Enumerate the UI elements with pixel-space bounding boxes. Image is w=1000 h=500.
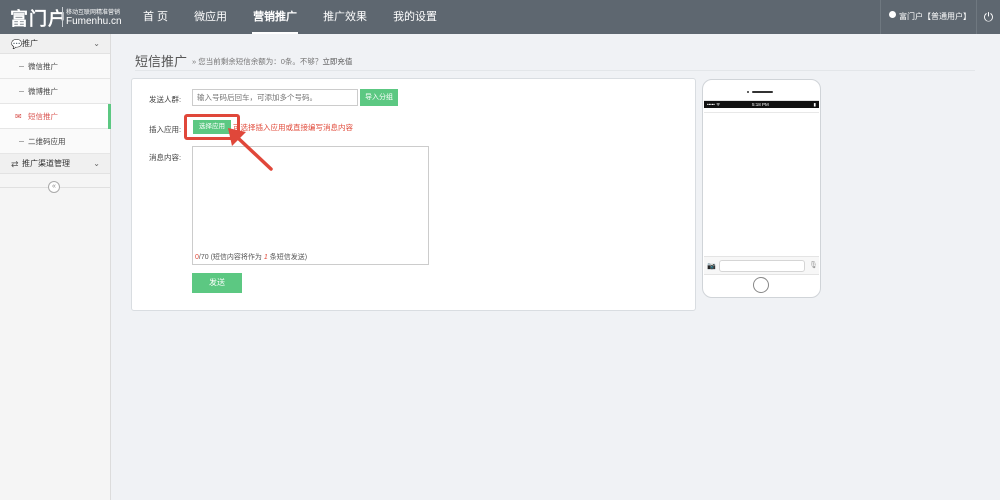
phone-screen: ••••• ᯤ 5:18 PM ▮ 📷 🎙 — [704, 100, 819, 275]
logout-button[interactable]: ⏻ — [976, 0, 1000, 34]
message-label: 消息内容: — [149, 153, 182, 162]
sidebar-section-label: 推广渠道管理 — [22, 159, 70, 168]
nav-micro-apps[interactable]: 微应用 — [181, 0, 240, 34]
recipients-input[interactable] — [192, 89, 358, 106]
sidebar-collapse-button[interactable]: « — [48, 181, 60, 193]
counter-suffix: 条短信发送) — [269, 254, 308, 261]
logo-domain: Fumenhu.cn — [66, 16, 122, 27]
camera-icon: 📷 — [707, 263, 716, 270]
mail-icon: ✉ — [15, 112, 22, 121]
sidebar-item-wechat[interactable]: 微信推广 — [0, 54, 110, 79]
import-group-button[interactable]: 导入分组 — [360, 89, 398, 106]
sidebar-item-sms[interactable]: ✉ 短信推广 — [0, 104, 111, 129]
sidebar-section-channels[interactable]: ⇄ 推广渠道管理 ⌄ — [0, 154, 110, 174]
logo-divider — [62, 7, 63, 27]
counter-sms-count: 1 — [263, 254, 268, 261]
annotation-arrow-icon — [228, 128, 273, 171]
user-label: 富门户【普通用户】 — [899, 12, 971, 21]
nav-effects[interactable]: 推广效果 — [310, 0, 380, 34]
send-button[interactable]: 发送 — [192, 273, 242, 293]
user-icon — [889, 11, 896, 19]
power-icon: ⏻ — [983, 10, 994, 24]
insert-app-label: 插入应用: — [149, 125, 182, 134]
nav-home[interactable]: 首 页 — [130, 0, 181, 34]
page-header: 短信推广 » 您当前剩余短信余额为：0条。不够？立即充值 — [135, 51, 975, 71]
user-menu[interactable]: 富门户【普通用户】 — [880, 0, 976, 34]
chevron-down-icon: ⌄ — [93, 159, 100, 168]
top-nav-bar: 富门户 移动互联网精准营销 Fumenhu.cn 首 页 微应用 营销推广 推广… — [0, 0, 1000, 34]
counter-rest: /70 (短信内容将作为 — [198, 254, 262, 261]
logo-text: 富门户 — [10, 9, 67, 29]
sidebar-section-label: 推广 — [22, 39, 38, 48]
signal-icon: ••••• ᯤ — [707, 102, 721, 107]
sidebar: 💬 推广 ⌄ 微信推广 微博推广 ✉ 短信推广 二维码应用 ⇄ 推广渠道管理 ⌄… — [0, 34, 111, 500]
battery-icon: ▮ — [813, 102, 816, 107]
sidebar-item-qrcode[interactable]: 二维码应用 — [0, 129, 110, 154]
nav-marketing[interactable]: 营销推广 — [240, 0, 310, 34]
swap-icon: ⇄ — [11, 159, 19, 169]
mic-icon: 🎙 — [809, 262, 818, 269]
chat-icon: 💬 — [11, 39, 23, 49]
page-title: 短信推广 — [135, 54, 188, 69]
camera-dot — [747, 91, 749, 93]
phone-time: 5:18 PM — [752, 102, 769, 107]
sidebar-item-label: 短信推广 — [28, 112, 58, 121]
chevron-down-icon: ⌄ — [93, 39, 100, 48]
nav-settings[interactable]: 我的设置 — [380, 0, 450, 34]
recipients-label: 发送人群: — [149, 95, 182, 104]
char-counter: 0/70 (短信内容将作为 1 条短信发送) — [195, 252, 307, 262]
phone-status-bar: ••••• ᯤ 5:18 PM ▮ — [704, 101, 819, 108]
main-nav: 首 页 微应用 营销推广 推广效果 我的设置 — [130, 0, 450, 34]
recharge-link[interactable]: 立即充值 — [322, 57, 352, 66]
sms-form-panel: 发送人群: 导入分组 插入应用: 选择应用 可选择插入应用或直接编写消息内容 消… — [131, 78, 696, 311]
balance-text: » 您当前剩余短信余额为：0条。不够？ — [192, 57, 323, 66]
logo[interactable]: 富门户 移动互联网精准营销 Fumenhu.cn — [6, 3, 126, 31]
sidebar-section-promotion[interactable]: 💬 推广 ⌄ — [0, 34, 110, 54]
logo-tagline: 移动互联网精准营销 — [66, 10, 121, 16]
page-subtitle: » 您当前剩余短信余额为：0条。不够？立即充值 — [192, 56, 352, 67]
phone-message-input — [719, 260, 805, 272]
phone-message-bar: 📷 🎙 — [704, 256, 819, 274]
speaker — [752, 91, 773, 93]
home-button — [753, 277, 769, 293]
phone-header-divider — [704, 112, 819, 113]
sidebar-item-weibo[interactable]: 微博推广 — [0, 79, 110, 104]
phone-preview: ••••• ᯤ 5:18 PM ▮ 📷 🎙 — [702, 79, 821, 298]
